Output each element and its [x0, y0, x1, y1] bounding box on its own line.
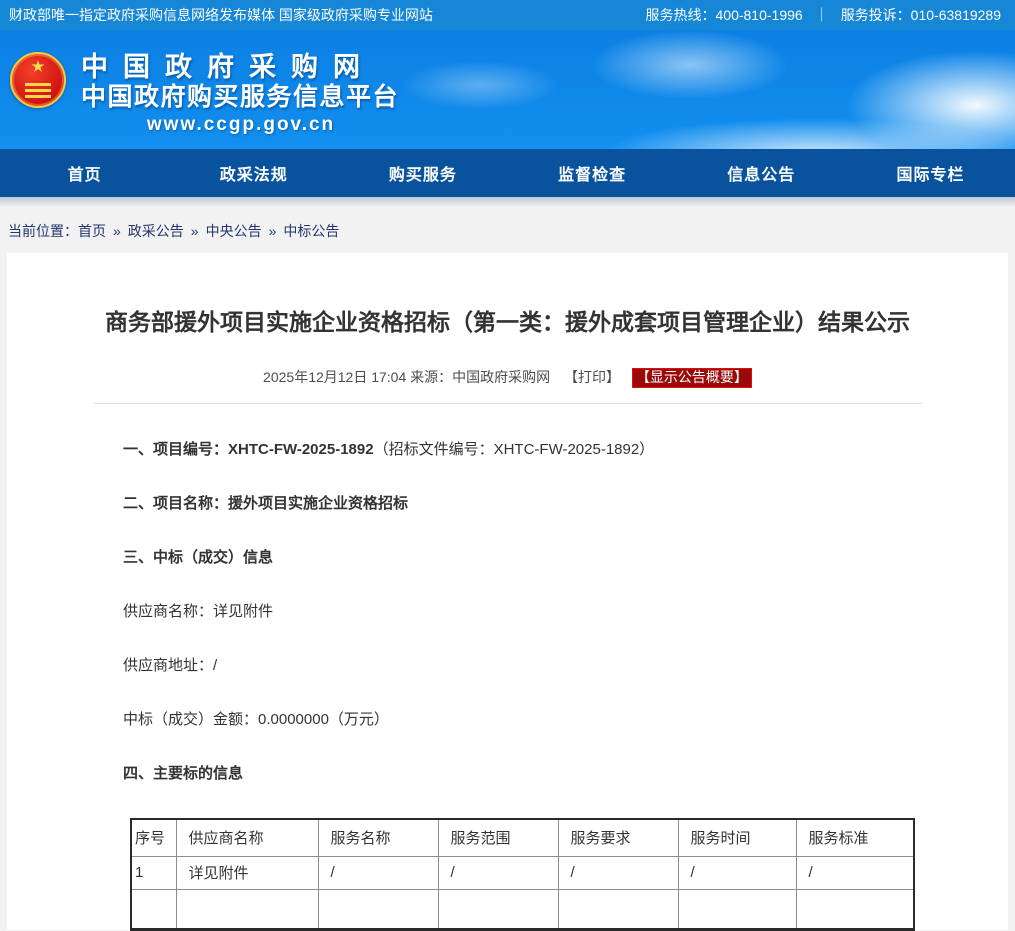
article-body: 一、项目编号：XHTC-FW-2025-1892（招标文件编号：XHTC-FW-… — [123, 440, 1008, 931]
nav-item-regulations[interactable]: 政采法规 — [169, 161, 338, 185]
nav-item-home[interactable]: 首页 — [0, 161, 169, 185]
breadcrumb-item-central-notices[interactable]: 中央公告 — [206, 223, 262, 239]
nav-item-international[interactable]: 国际专栏 — [846, 161, 1015, 185]
project-name-line: 二、项目名称：援外项目实施企业资格招标 — [123, 494, 1008, 514]
table-header-cell: 服务要求 — [558, 819, 678, 856]
table-cell: / — [796, 856, 914, 889]
cloud-decoration — [590, 30, 790, 100]
star-icon: ★ — [30, 58, 45, 75]
site-logo[interactable]: ★ 中国政府采购网 中国政府购买服务信息平台 www.ccgp.gov.cn — [10, 52, 401, 137]
table-cell — [438, 889, 558, 929]
nav-shadow-divider — [0, 197, 1015, 207]
table-cell — [131, 889, 176, 929]
table-cell: / — [558, 856, 678, 889]
bid-info-table: 序号 供应商名称 服务名称 服务范围 服务要求 服务时间 服务标准 1 详见附件… — [130, 818, 915, 931]
table-cell: / — [678, 856, 796, 889]
site-header: ★ 中国政府采购网 中国政府购买服务信息平台 www.ccgp.gov.cn — [0, 30, 1015, 149]
national-emblem-icon: ★ — [10, 52, 66, 108]
main-navigation: 首页 政采法规 购买服务 监督检查 信息公告 国际专栏 — [0, 149, 1015, 197]
breadcrumb-item-award-notices[interactable]: 中标公告 — [283, 223, 339, 239]
nav-item-purchase-services[interactable]: 购买服务 — [338, 161, 507, 185]
table-header-cell: 序号 — [131, 819, 176, 856]
award-amount-line: 中标（成交）金额：0.0000000（万元） — [123, 710, 1008, 730]
table-cell: 1 — [131, 856, 176, 889]
service-hotline: 服务热线：400-810-1996 — [646, 5, 803, 25]
service-complaint: 服务投诉：010-63819289 — [841, 5, 1001, 25]
show-summary-button[interactable]: 【显示公告概要】 — [632, 368, 752, 388]
project-number-line: 一、项目编号：XHTC-FW-2025-1892（招标文件编号：XHTC-FW-… — [123, 440, 1008, 460]
table-cell — [796, 889, 914, 929]
meta-divider — [94, 403, 922, 404]
site-url: www.ccgp.gov.cn — [81, 112, 401, 137]
table-header-cell: 供应商名称 — [176, 819, 318, 856]
table-header-cell: 服务范围 — [438, 819, 558, 856]
chevron-separator-icon: » — [113, 223, 121, 239]
cloud-decoration — [600, 118, 1015, 149]
article-meta: 2025年12月12日 17:04 来源：中国政府采购网 【打印】 【显示公告概… — [7, 367, 1008, 388]
table-cell: / — [318, 856, 438, 889]
content-panel: 商务部援外项目实施企业资格招标（第一类：援外成套项目管理企业）结果公示 2025… — [7, 253, 1008, 930]
award-info-heading: 三、中标（成交）信息 — [123, 548, 1008, 568]
table-cell: / — [438, 856, 558, 889]
table-row: 1 详见附件 / / / / / — [131, 856, 914, 889]
page-title: 商务部援外项目实施企业资格招标（第一类：援外成套项目管理企业）结果公示 — [35, 307, 980, 337]
supplier-name-line: 供应商名称：详见附件 — [123, 602, 1008, 622]
article-source: 来源：中国政府采购网 — [410, 369, 550, 385]
supplier-address-line: 供应商地址：/ — [123, 656, 1008, 676]
publish-datetime: 2025年12月12日 17:04 — [263, 369, 406, 385]
table-cell — [678, 889, 796, 929]
chevron-separator-icon: » — [191, 223, 199, 239]
cloud-decoration — [845, 50, 1015, 149]
site-name: 中国政府采购网 — [81, 52, 401, 83]
table-header-cell: 服务名称 — [318, 819, 438, 856]
gate-icon — [25, 89, 51, 92]
table-header-cell: 服务标准 — [796, 819, 914, 856]
breadcrumb-item-home[interactable]: 首页 — [78, 223, 106, 239]
table-header-row: 序号 供应商名称 服务名称 服务范围 服务要求 服务时间 服务标准 — [131, 819, 914, 856]
top-utility-bar: 财政部唯一指定政府采购信息网络发布媒体 国家级政府采购专业网站 服务热线：400… — [0, 0, 1015, 30]
breadcrumb: 当前位置：首页 » 政采公告 » 中央公告 » 中标公告 — [0, 207, 1015, 253]
site-slogan: 财政部唯一指定政府采购信息网络发布媒体 国家级政府采购专业网站 — [9, 5, 433, 25]
breadcrumb-item-procurement-notices[interactable]: 政采公告 — [128, 223, 184, 239]
table-header-cell: 服务时间 — [678, 819, 796, 856]
site-subtitle: 中国政府购买服务信息平台 — [81, 83, 401, 112]
table-cell — [558, 889, 678, 929]
topbar-separator: ｜ — [815, 5, 829, 25]
nav-item-supervision[interactable]: 监督检查 — [508, 161, 677, 185]
table-cell — [176, 889, 318, 929]
table-row — [131, 889, 914, 929]
cloud-decoration — [400, 60, 560, 110]
nav-item-announcements[interactable]: 信息公告 — [677, 161, 846, 185]
main-bid-info-heading: 四、主要标的信息 — [123, 764, 1008, 784]
breadcrumb-label: 当前位置： — [8, 223, 78, 239]
table-cell — [318, 889, 438, 929]
chevron-separator-icon: » — [269, 223, 277, 239]
table-cell: 详见附件 — [176, 856, 318, 889]
print-button[interactable]: 【打印】 — [564, 369, 620, 385]
